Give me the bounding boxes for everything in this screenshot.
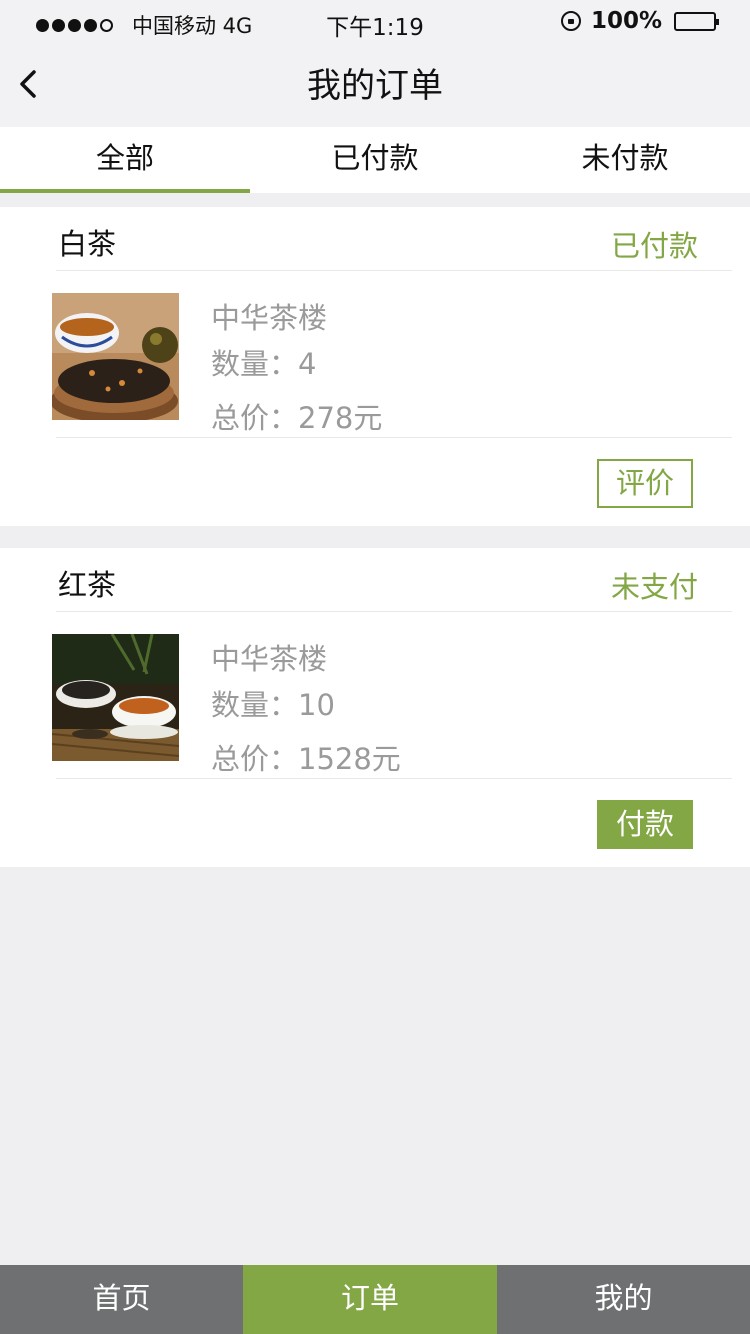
shop-name: 中华茶楼 [211, 642, 328, 676]
order-filter-tabs: 全部 已付款 未付款 [0, 127, 750, 193]
order-quantity: 数量：10 [211, 688, 335, 722]
order-status: 未支付 [610, 570, 698, 604]
tab-paid[interactable]: 已付款 [250, 127, 500, 193]
bottom-tab-home[interactable]: 首页 [0, 1265, 243, 1334]
order-card: 白茶 已付款 中华茶楼 数量：4 总价：278元 评价 [0, 207, 750, 526]
order-quantity: 数量：4 [211, 347, 317, 381]
shop-name: 中华茶楼 [211, 301, 328, 335]
order-status: 已付款 [610, 229, 698, 263]
order-total: 总价：278元 [211, 401, 383, 435]
order-card: 红茶 未支付 中华茶楼 数量：10 总价：1528元 付款 [0, 548, 750, 867]
battery-icon [674, 11, 719, 31]
bottom-tab-orders[interactable]: 订单 [243, 1265, 497, 1334]
review-button[interactable]: 评价 [597, 459, 693, 508]
battery-area: 100% [560, 8, 719, 34]
divider [56, 778, 732, 779]
orientation-lock-icon [560, 11, 581, 31]
product-image[interactable] [52, 634, 179, 761]
bottom-tab-bar: 首页 订单 我的 [0, 1265, 750, 1334]
battery-percent: 100% [590, 8, 662, 34]
order-card-header: 红茶 未支付 [56, 548, 732, 612]
tab-unpaid[interactable]: 未付款 [500, 127, 750, 193]
order-total: 总价：1528元 [211, 742, 401, 776]
page-title: 我的订单 [307, 66, 443, 106]
divider [56, 437, 732, 438]
product-image[interactable] [52, 293, 179, 420]
tea-name: 红茶 [58, 568, 117, 602]
bottom-tab-mine[interactable]: 我的 [497, 1265, 750, 1334]
tea-name: 白茶 [58, 227, 117, 261]
pay-button[interactable]: 付款 [597, 800, 693, 849]
order-card-header: 白茶 已付款 [56, 207, 732, 271]
navigation-bar: 我的订单 [0, 44, 750, 127]
tab-all[interactable]: 全部 [0, 127, 250, 193]
status-bar: 中国移动 4G 下午1:19 100% [0, 0, 750, 44]
